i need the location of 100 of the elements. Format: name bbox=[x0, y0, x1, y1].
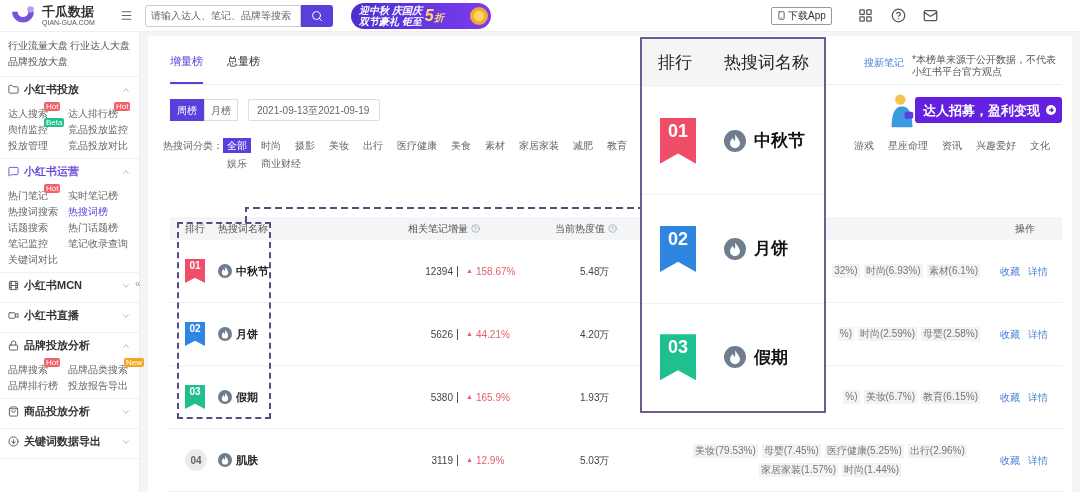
sidebar-link[interactable]: 行业流量大盘 bbox=[8, 38, 68, 54]
sidebar-section-header[interactable]: 小红书直播 bbox=[8, 303, 131, 328]
flame-icon bbox=[218, 264, 232, 278]
search-field[interactable]: 请输入达人、笔记、品牌等搜索 bbox=[145, 4, 301, 27]
sidebar-section-header[interactable]: 小红书MCN bbox=[8, 273, 131, 298]
sidebar-item[interactable]: 品牌排行榜 bbox=[8, 378, 58, 394]
sidebar-item[interactable]: 笔记监控 bbox=[8, 236, 48, 252]
notes-count: 12394 bbox=[425, 265, 458, 277]
sidebar-section-header[interactable]: 小红书投放 bbox=[8, 77, 131, 102]
period-toggle[interactable]: 月榜 bbox=[204, 99, 238, 122]
section-title: 关键词数据导出 bbox=[24, 434, 101, 450]
category-chip[interactable]: 时尚 bbox=[257, 138, 285, 153]
column-header: 当前热度值 bbox=[555, 222, 605, 236]
video-camera-icon bbox=[8, 310, 19, 321]
keyword-text[interactable]: 假期 bbox=[236, 388, 258, 406]
sidebar-item[interactable]: 热搜词搜索 bbox=[8, 204, 58, 220]
search-icon bbox=[311, 9, 323, 22]
section-title: 小红书投放 bbox=[24, 82, 79, 98]
notice-text: *本榜单来源于公开数据，不代表小红书平台官方观点 bbox=[912, 53, 1057, 78]
sidebar-item[interactable]: 关键词对比 bbox=[8, 252, 58, 268]
column-header: 排行 bbox=[657, 52, 693, 75]
sidebar-item[interactable]: 投放报告导出 bbox=[68, 378, 128, 394]
badge: Beta bbox=[44, 118, 65, 127]
menu-icon[interactable] bbox=[120, 9, 133, 22]
sidebar-link[interactable]: 行业达人大盘 bbox=[69, 38, 130, 54]
category-chip[interactable]: 素材 bbox=[481, 138, 509, 153]
keyword-text[interactable]: 肌肤 bbox=[236, 451, 258, 469]
logo-text: 千瓜数据 bbox=[42, 5, 95, 18]
category-chip[interactable]: 游戏 bbox=[850, 138, 878, 153]
category-chip[interactable]: 教育 bbox=[603, 138, 631, 153]
sidebar-item[interactable]: 笔记收录查询 bbox=[68, 236, 128, 252]
action-link[interactable]: 详情 bbox=[1028, 389, 1048, 405]
category-chip[interactable]: 兴趣爱好 bbox=[972, 138, 1020, 153]
period-toggle[interactable]: 周榜 bbox=[170, 99, 204, 122]
grid-icon[interactable] bbox=[857, 8, 873, 23]
action-link[interactable]: 收藏 bbox=[1000, 452, 1020, 468]
download-icon bbox=[8, 436, 19, 447]
keyword-text: 假期 bbox=[754, 346, 788, 369]
category-chip[interactable]: 家居家装 bbox=[515, 138, 563, 153]
help-icon[interactable] bbox=[890, 8, 906, 23]
sidebar-item[interactable]: 竞品投放监控 bbox=[68, 122, 128, 138]
category-chip[interactable]: 减肥 bbox=[569, 138, 597, 153]
download-app-button[interactable]: 下载App bbox=[771, 6, 832, 25]
sidebar-item[interactable]: 竞品投放对比 bbox=[68, 138, 128, 154]
category-tag: 医疗健康(5.25%) bbox=[824, 443, 904, 458]
rank-badge: 02 bbox=[185, 322, 205, 346]
tab[interactable]: 增量榜 bbox=[170, 53, 203, 84]
category-chip[interactable]: 摄影 bbox=[291, 138, 319, 153]
category-tag: 素材(6.1%) bbox=[926, 264, 980, 278]
action-link[interactable]: 收藏 bbox=[1000, 389, 1020, 405]
action-link[interactable]: 收藏 bbox=[1000, 326, 1020, 342]
keyword-text[interactable]: 中秋节 bbox=[236, 262, 269, 280]
column-header: 排行 bbox=[184, 222, 206, 236]
search-button[interactable] bbox=[301, 4, 333, 27]
sidebar-item[interactable]: 投放管理 bbox=[8, 138, 48, 154]
action-link[interactable]: 详情 bbox=[1028, 452, 1048, 468]
category-chip[interactable]: 文化 bbox=[1026, 138, 1054, 153]
sidebar-item[interactable]: 实时笔记榜 bbox=[68, 188, 118, 204]
sidebar-section-header[interactable]: 关键词数据导出 bbox=[8, 429, 131, 454]
sidebar-section-header[interactable]: 小红书运营 bbox=[8, 159, 131, 184]
category-tag: 时尚(2.59%) bbox=[857, 327, 917, 341]
action-link[interactable]: 详情 bbox=[1028, 326, 1048, 342]
category-tag: 32%) bbox=[832, 264, 860, 278]
sidebar-section-header[interactable]: 品牌投放分析 bbox=[8, 333, 131, 358]
category-tag: 美妆(6.7%) bbox=[863, 390, 917, 404]
category-chip[interactable]: 美妆 bbox=[325, 138, 353, 153]
rank-badge: 01 bbox=[660, 117, 696, 164]
category-chip[interactable]: 资讯 bbox=[938, 138, 966, 153]
flame-icon bbox=[724, 238, 746, 260]
badge: Hot bbox=[44, 358, 61, 367]
badge: Hot bbox=[114, 102, 131, 111]
mail-icon[interactable] bbox=[922, 8, 938, 23]
category-tag: 教育(6.15%) bbox=[921, 390, 980, 404]
category-chip[interactable]: 星座命理 bbox=[884, 138, 932, 153]
category-chip[interactable]: 出行 bbox=[359, 138, 387, 153]
sidebar-item[interactable]: 热搜词榜 bbox=[68, 204, 108, 220]
keyword-text[interactable]: 月饼 bbox=[236, 325, 258, 343]
category-chip[interactable]: 全部 bbox=[223, 138, 251, 153]
action-link[interactable]: 收藏 bbox=[1000, 263, 1020, 279]
growth-rate: 44.21% bbox=[475, 327, 510, 342]
badge: New bbox=[124, 358, 144, 367]
category-chip[interactable]: 娱乐 bbox=[223, 156, 251, 171]
recruit-banner[interactable]: 达人招募，盈利变现 bbox=[915, 97, 1062, 124]
category-chip[interactable]: 美食 bbox=[447, 138, 475, 153]
coin-icon bbox=[470, 6, 488, 25]
category-chip[interactable]: 医疗健康 bbox=[393, 138, 441, 153]
date-range-picker[interactable]: 2021-09-13至2021-09-19 bbox=[248, 99, 380, 122]
rank-badge: 02 bbox=[660, 226, 696, 272]
column-header: 热搜词名称 bbox=[724, 52, 809, 75]
growth-rate: 158.67% bbox=[475, 264, 516, 279]
related-link[interactable]: 搜新笔记 bbox=[864, 54, 904, 70]
sidebar-item[interactable]: 话题搜索 bbox=[8, 220, 48, 236]
sidebar-section-header[interactable]: 商品投放分析 bbox=[8, 399, 131, 424]
heat-value: 1.93万 bbox=[579, 390, 611, 405]
tab[interactable]: 总量榜 bbox=[227, 53, 260, 84]
action-link[interactable]: 详情 bbox=[1028, 263, 1048, 279]
sidebar-link[interactable]: 品牌投放大盘 bbox=[8, 54, 68, 70]
category-chip[interactable]: 商业财经 bbox=[257, 156, 305, 171]
lock-icon bbox=[8, 340, 19, 351]
sidebar-item[interactable]: 热门话题榜 bbox=[68, 220, 118, 236]
